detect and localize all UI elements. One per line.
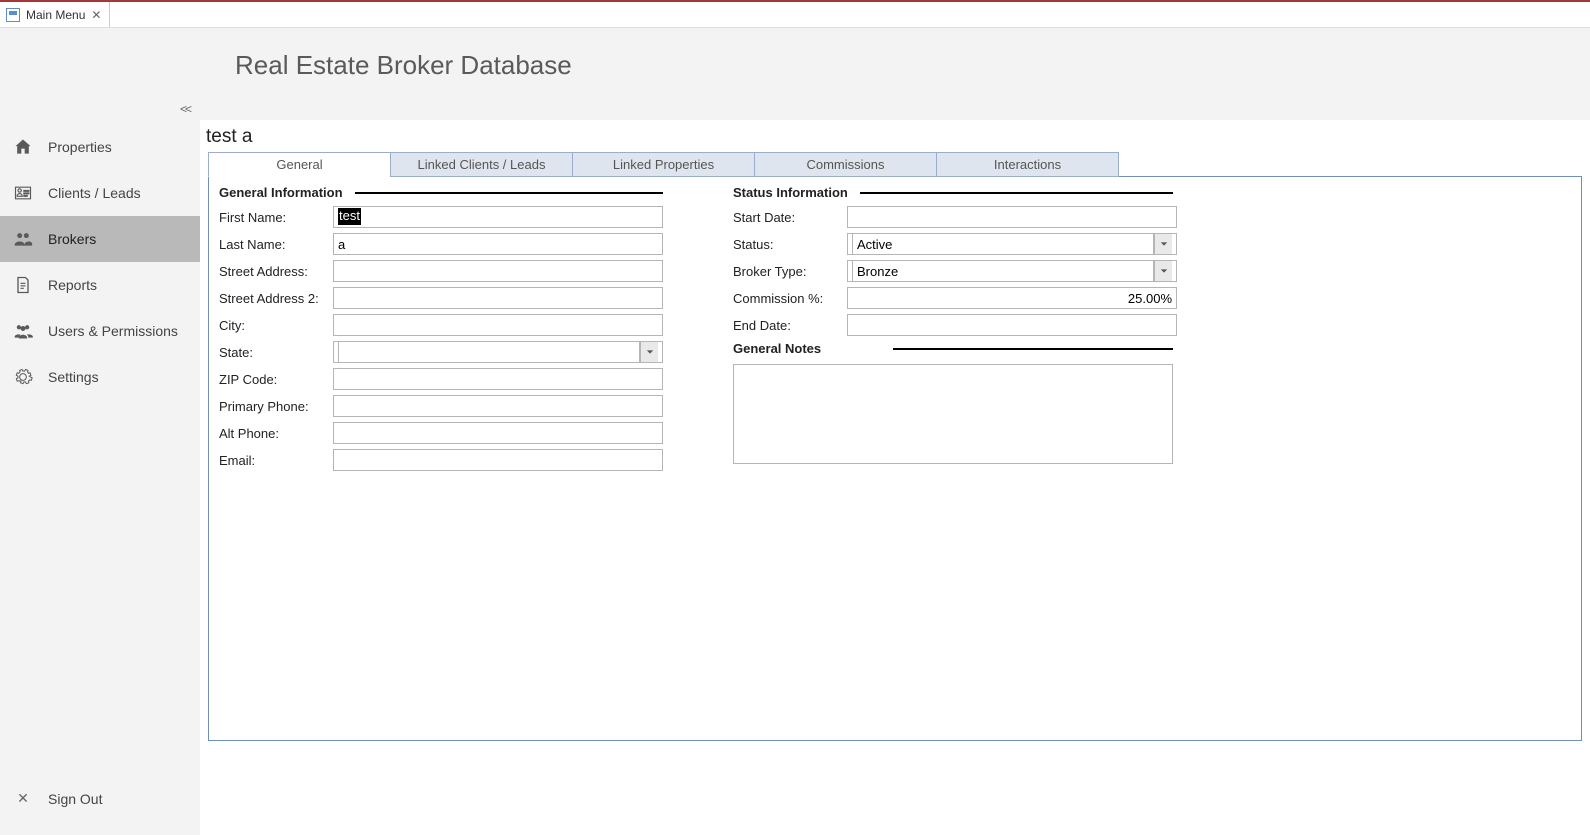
chevron-down-icon[interactable] — [640, 342, 658, 362]
email-field[interactable] — [333, 449, 663, 471]
record-title: test a — [200, 120, 1590, 152]
sign-out-label: Sign Out — [48, 791, 102, 807]
section-title: General Notes — [733, 341, 821, 356]
status-info-column: Status Information Start Date: Status: — [733, 185, 1177, 476]
tab-label: Linked Clients / Leads — [418, 157, 546, 172]
sidebar-item-label: Reports — [48, 277, 97, 293]
section-rule — [355, 192, 663, 194]
label-city: City: — [219, 318, 333, 333]
label-broker-type: Broker Type: — [733, 264, 847, 279]
zip-field[interactable] — [333, 368, 663, 390]
house-icon — [12, 136, 34, 158]
state-select[interactable] — [333, 341, 663, 363]
label-zip: ZIP Code: — [219, 372, 333, 387]
section-title: General Information — [219, 185, 343, 200]
status-select[interactable] — [847, 233, 1177, 255]
tab-label: Commissions — [806, 157, 884, 172]
label-end-date: End Date: — [733, 318, 847, 333]
tab-label: Interactions — [994, 157, 1061, 172]
section-header-general-info: General Information — [219, 185, 663, 200]
general-info-column: General Information First Name: test Las… — [219, 185, 663, 476]
document-tab-bar: Main Menu ✕ — [0, 2, 1590, 28]
street1-field[interactable] — [333, 260, 663, 282]
close-icon: ✕ — [12, 790, 34, 807]
id-card-icon — [12, 182, 34, 204]
sidebar-item-label: Users & Permissions — [48, 323, 178, 339]
last-name-field[interactable] — [333, 233, 663, 255]
status-value[interactable] — [852, 233, 1154, 255]
close-icon[interactable]: ✕ — [91, 8, 101, 22]
label-state: State: — [219, 345, 333, 360]
sidebar-item-label: Properties — [48, 139, 112, 155]
tab-general[interactable]: General — [208, 152, 391, 177]
first-name-value: test — [338, 208, 361, 225]
alt-phone-field[interactable] — [333, 422, 663, 444]
section-title: Status Information — [733, 185, 848, 200]
sidebar-item-label: Clients / Leads — [48, 185, 141, 201]
street2-field[interactable] — [333, 287, 663, 309]
sidebar-item-label: Brokers — [48, 231, 96, 247]
primary-phone-field[interactable] — [333, 395, 663, 417]
tab-interactions[interactable]: Interactions — [936, 152, 1119, 177]
section-rule — [860, 192, 1173, 194]
document-icon — [12, 274, 34, 296]
label-first-name: First Name: — [219, 210, 333, 225]
app-title: Real Estate Broker Database — [235, 50, 1590, 81]
sidebar-item-label: Settings — [48, 369, 99, 385]
commission-field[interactable] — [847, 287, 1177, 309]
sidebar-item-brokers[interactable]: Brokers — [0, 216, 200, 262]
section-rule — [893, 348, 1173, 350]
label-street1: Street Address: — [219, 264, 333, 279]
content-area: test a General Linked Clients / Leads Li… — [200, 120, 1590, 835]
people-icon — [12, 228, 34, 250]
sidebar-item-settings[interactable]: Settings — [0, 354, 200, 400]
broker-type-value[interactable] — [852, 260, 1154, 282]
label-phone2: Alt Phone: — [219, 426, 333, 441]
form-icon — [6, 8, 20, 22]
section-header-general-notes: General Notes — [733, 341, 1173, 356]
end-date-field[interactable] — [847, 314, 1177, 336]
sidebar-item-clients-leads[interactable]: Clients / Leads — [0, 170, 200, 216]
sidebar-item-reports[interactable]: Reports — [0, 262, 200, 308]
city-field[interactable] — [333, 314, 663, 336]
label-street2: Street Address 2: — [219, 291, 333, 306]
first-name-field[interactable]: test — [333, 206, 663, 228]
label-status: Status: — [733, 237, 847, 252]
sidebar-item-users-permissions[interactable]: Users & Permissions — [0, 308, 200, 354]
general-notes-field[interactable] — [733, 364, 1173, 464]
start-date-field[interactable] — [847, 206, 1177, 228]
main-layout: Properties Clients / Leads Brokers Repor… — [0, 120, 1590, 835]
document-tab-main-menu[interactable]: Main Menu ✕ — [0, 2, 110, 27]
sidebar-item-properties[interactable]: Properties — [0, 124, 200, 170]
sidebar: Properties Clients / Leads Brokers Repor… — [0, 120, 200, 835]
gear-icon — [12, 366, 34, 388]
sign-out-button[interactable]: ✕ Sign Out — [0, 780, 200, 817]
tab-linked-properties[interactable]: Linked Properties — [572, 152, 755, 177]
tab-label: General — [276, 157, 322, 172]
tab-label: Linked Properties — [613, 157, 714, 172]
label-email: Email: — [219, 453, 333, 468]
chevron-down-icon[interactable] — [1154, 234, 1172, 254]
users-icon — [12, 320, 34, 342]
detail-tabs: General Linked Clients / Leads Linked Pr… — [208, 152, 1590, 177]
document-tab-label: Main Menu — [26, 8, 85, 22]
tab-linked-clients[interactable]: Linked Clients / Leads — [390, 152, 573, 177]
label-start-date: Start Date: — [733, 210, 847, 225]
label-last-name: Last Name: — [219, 237, 333, 252]
header: Real Estate Broker Database — [0, 28, 1590, 120]
state-value[interactable] — [338, 341, 640, 363]
label-commission: Commission %: — [733, 291, 847, 306]
label-phone1: Primary Phone: — [219, 399, 333, 414]
tab-commissions[interactable]: Commissions — [754, 152, 937, 177]
detail-body: General Information First Name: test Las… — [208, 176, 1582, 741]
section-header-status-info: Status Information — [733, 185, 1173, 200]
chevron-down-icon[interactable] — [1154, 261, 1172, 281]
sidebar-collapse-toggle[interactable]: << — [180, 102, 190, 116]
broker-type-select[interactable] — [847, 260, 1177, 282]
